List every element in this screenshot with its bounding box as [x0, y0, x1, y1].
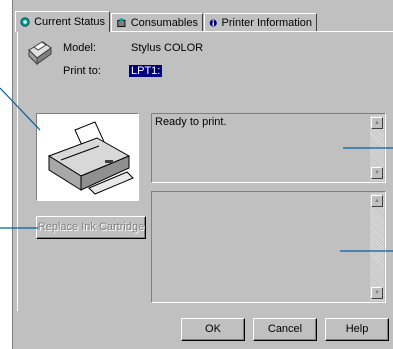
tab-label: Current Status: [34, 16, 105, 28]
printer-status-dialog: Current Status Consumables Printer Infor…: [12, 0, 393, 349]
status-detail-box: ▲ ▼: [151, 191, 386, 303]
tab-printer-information[interactable]: Printer Information: [204, 13, 317, 31]
cancel-button[interactable]: Cancel: [253, 318, 317, 341]
scroll-down-icon[interactable]: ▼: [371, 167, 383, 179]
printer-icon: [28, 41, 52, 66]
status-message-box: Ready to print. ▲ ▼: [151, 113, 386, 183]
tab-current-status[interactable]: Current Status: [15, 11, 110, 32]
status-scrollbar[interactable]: ▲ ▼: [370, 115, 384, 181]
info-icon: [209, 18, 217, 27]
scroll-down-icon[interactable]: ▼: [371, 287, 383, 299]
status-message: Ready to print.: [155, 116, 227, 128]
help-button[interactable]: Help: [325, 318, 389, 341]
print-to-label: Print to:: [63, 65, 101, 77]
tab-label: Consumables: [130, 16, 198, 29]
replace-ink-cartridge-button[interactable]: Replace Ink Cartridge: [36, 216, 146, 239]
status-icon: [20, 17, 30, 27]
tab-consumables[interactable]: Consumables: [111, 13, 203, 31]
model-label: Model:: [63, 42, 97, 54]
print-to-port[interactable]: LPT1:: [129, 65, 163, 77]
tab-label: Printer Information: [221, 16, 312, 29]
consumables-icon: [117, 18, 126, 27]
printer-illustration: [47, 121, 134, 195]
scroll-up-icon[interactable]: ▲: [371, 117, 383, 129]
model-value: Stylus COLOR: [131, 42, 204, 54]
ok-button[interactable]: OK: [181, 318, 245, 341]
detail-scrollbar[interactable]: ▲ ▼: [370, 193, 384, 301]
scroll-up-icon[interactable]: ▲: [371, 195, 383, 207]
printer-picture-frame: [36, 113, 139, 201]
